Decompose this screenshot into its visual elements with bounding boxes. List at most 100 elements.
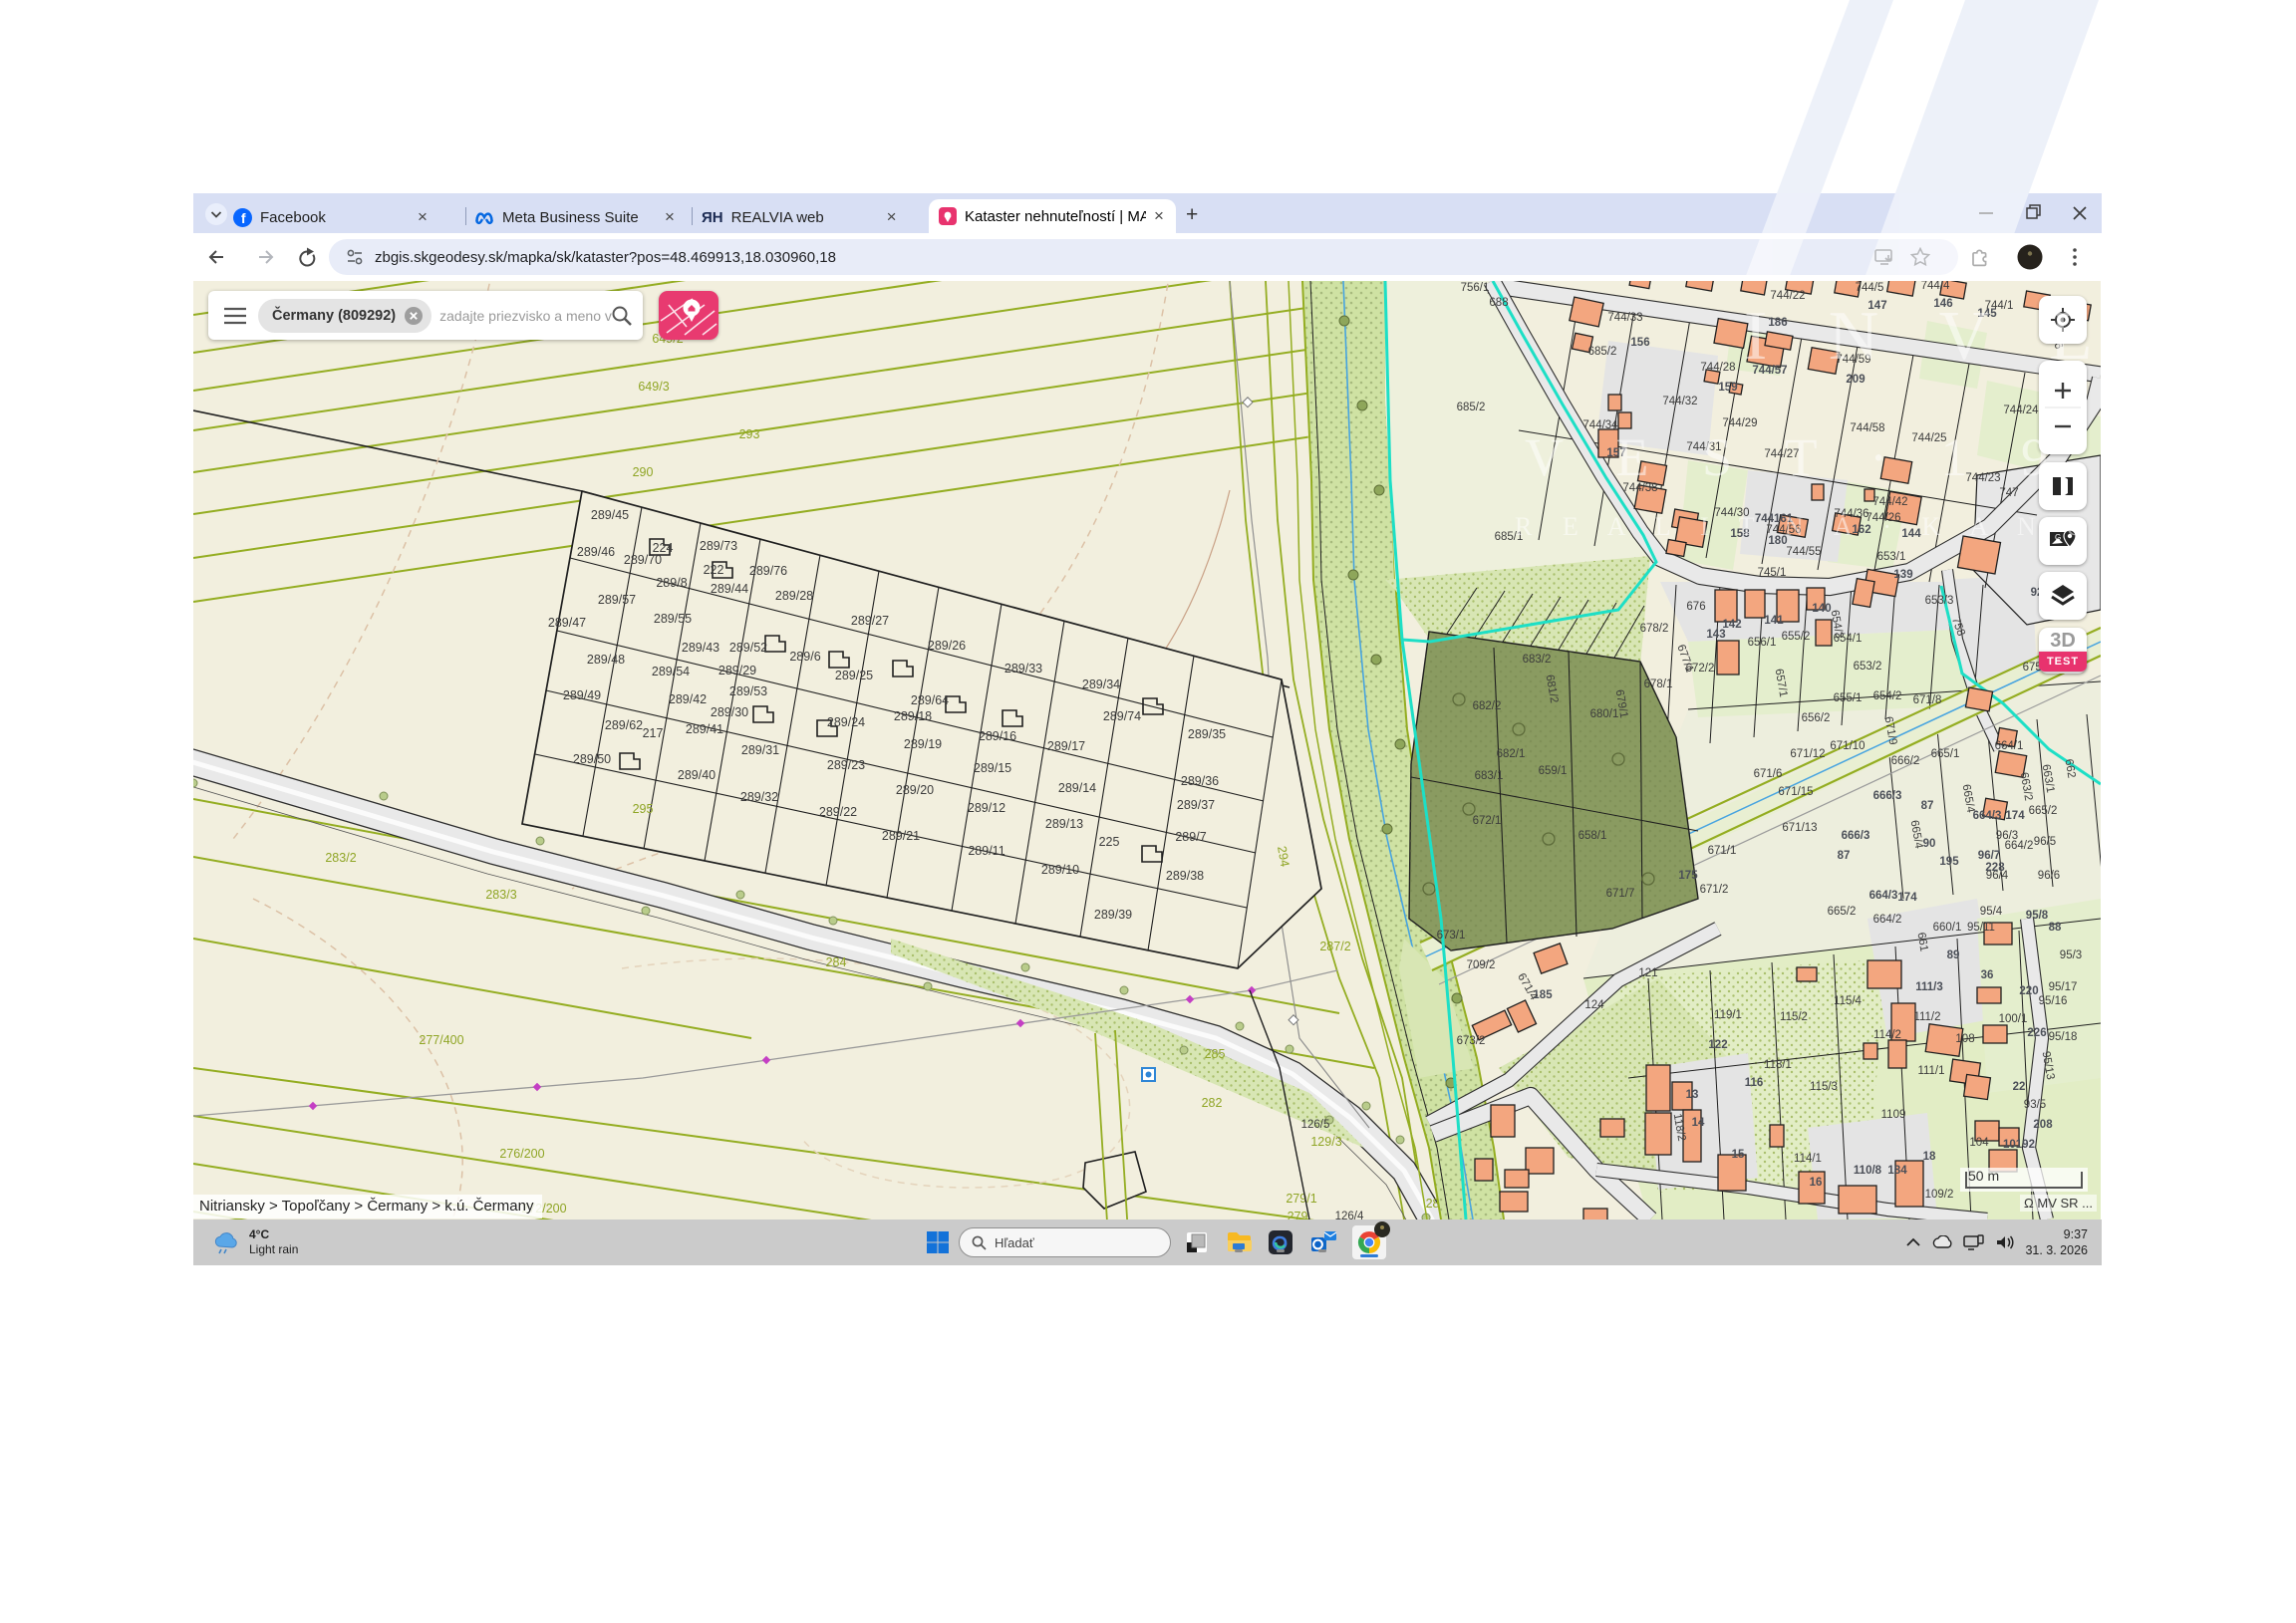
svg-text:282: 282 — [1202, 1096, 1223, 1110]
svg-text:671/7: 671/7 — [1606, 888, 1635, 900]
svg-text:685/2: 685/2 — [1457, 402, 1486, 413]
svg-text:116: 116 — [1745, 1077, 1764, 1089]
svg-text:289/42: 289/42 — [669, 692, 707, 706]
svg-text:276/200: 276/200 — [499, 1147, 544, 1161]
svg-text:121: 121 — [1638, 967, 1657, 979]
svg-text:95/4: 95/4 — [1980, 906, 2003, 918]
svg-text:673/1: 673/1 — [1437, 930, 1466, 942]
svg-text:671/10: 671/10 — [1830, 740, 1865, 752]
svg-text:660/1: 660/1 — [1933, 922, 1962, 934]
svg-text:289/74: 289/74 — [1103, 709, 1141, 723]
svg-text:673/2: 673/2 — [1457, 1035, 1486, 1047]
svg-text:289/12: 289/12 — [968, 801, 1005, 815]
svg-text:671/6: 671/6 — [1754, 768, 1783, 780]
svg-text:222: 222 — [704, 563, 724, 577]
svg-text:289/39: 289/39 — [1094, 908, 1132, 922]
svg-text:289/34: 289/34 — [1082, 677, 1120, 691]
svg-text:656/2: 656/2 — [1802, 712, 1831, 724]
svg-text:284: 284 — [826, 955, 847, 969]
svg-text:676: 676 — [1686, 601, 1705, 613]
svg-text:289/19: 289/19 — [904, 737, 942, 751]
svg-text:747: 747 — [1999, 487, 2018, 499]
svg-text:665/2: 665/2 — [2029, 805, 2058, 817]
svg-text:289/40: 289/40 — [678, 768, 716, 782]
svg-text:289/23: 289/23 — [827, 758, 865, 772]
svg-text:289/70: 289/70 — [624, 553, 662, 567]
svg-text:678/2: 678/2 — [1640, 623, 1669, 635]
svg-text:655/1: 655/1 — [1834, 692, 1863, 704]
svg-text:680/1: 680/1 — [1590, 708, 1619, 720]
svg-text:111/3: 111/3 — [1915, 981, 1943, 993]
svg-text:225: 225 — [1099, 835, 1120, 849]
svg-text:289/31: 289/31 — [741, 743, 779, 757]
svg-text:289/44: 289/44 — [711, 582, 748, 596]
svg-text:289/43: 289/43 — [682, 641, 719, 655]
svg-text:289/13: 289/13 — [1045, 817, 1083, 831]
svg-text:129/3: 129/3 — [1310, 1135, 1341, 1149]
svg-text:289/62: 289/62 — [605, 718, 643, 732]
svg-text:139: 139 — [1893, 569, 1912, 581]
svg-text:220: 220 — [2019, 985, 2038, 997]
svg-text:279/1: 279/1 — [1286, 1192, 1316, 1206]
svg-text:285: 285 — [1205, 1047, 1226, 1061]
svg-text:104: 104 — [1969, 1137, 1989, 1149]
svg-text:87: 87 — [1838, 850, 1851, 862]
svg-text:88: 88 — [2049, 922, 2062, 934]
svg-text:289/24: 289/24 — [827, 715, 865, 729]
svg-text:289/45: 289/45 — [591, 508, 629, 522]
svg-text:293: 293 — [739, 427, 760, 441]
svg-text:709/2: 709/2 — [1467, 959, 1496, 971]
svg-text:289/21: 289/21 — [882, 829, 920, 843]
svg-text:16: 16 — [1810, 1177, 1823, 1189]
svg-text:664/3: 664/3 — [1869, 890, 1898, 902]
svg-text:289/53: 289/53 — [729, 684, 767, 698]
svg-text:289/57: 289/57 — [598, 593, 636, 607]
svg-text:287/2: 287/2 — [1319, 940, 1350, 953]
svg-text:111/1: 111/1 — [1917, 1065, 1944, 1077]
svg-text:289/36: 289/36 — [1181, 774, 1219, 788]
svg-text:96/5: 96/5 — [2034, 836, 2056, 848]
svg-text:289/64: 289/64 — [911, 693, 949, 707]
svg-text:283/3: 283/3 — [485, 888, 516, 902]
svg-text:671/8: 671/8 — [1913, 694, 1942, 706]
svg-text:665/2: 665/2 — [1828, 906, 1857, 918]
svg-text:289/48: 289/48 — [587, 653, 625, 667]
svg-text:95/18: 95/18 — [2049, 1031, 2078, 1043]
svg-text:289/32: 289/32 — [740, 790, 778, 804]
svg-text:89: 89 — [1947, 949, 1960, 961]
svg-text:277/400: 277/400 — [419, 1033, 463, 1047]
svg-text:119/1: 119/1 — [1714, 1009, 1742, 1021]
svg-text:289/14: 289/14 — [1058, 781, 1096, 795]
svg-text:744/33: 744/33 — [1607, 312, 1642, 324]
svg-text:1109: 1109 — [1881, 1109, 1906, 1121]
svg-text:143: 143 — [1706, 629, 1725, 641]
svg-text:108: 108 — [1955, 1033, 1974, 1045]
svg-text:289/10: 289/10 — [1041, 863, 1079, 877]
svg-text:174: 174 — [1897, 892, 1917, 904]
svg-text:109/2: 109/2 — [1925, 1189, 1954, 1201]
svg-text:289/41: 289/41 — [686, 722, 723, 736]
svg-text:289/47: 289/47 — [548, 616, 586, 630]
svg-text:289/30: 289/30 — [711, 705, 748, 719]
svg-text:95/16: 95/16 — [2039, 995, 2068, 1007]
svg-text:15: 15 — [1732, 1149, 1745, 1161]
svg-text:114/1: 114/1 — [1794, 1153, 1822, 1165]
svg-text:289/20: 289/20 — [896, 783, 934, 797]
svg-text:656/1: 656/1 — [1748, 637, 1777, 649]
svg-text:666/3: 666/3 — [1842, 830, 1870, 842]
svg-text:100/1: 100/1 — [1999, 1013, 2028, 1025]
svg-text:14: 14 — [1692, 1117, 1705, 1129]
svg-text:659/1: 659/1 — [1539, 765, 1568, 777]
svg-text:114/2: 114/2 — [1873, 1029, 1901, 1041]
svg-text:289/28: 289/28 — [775, 589, 813, 603]
svg-text:654/2: 654/2 — [1873, 690, 1902, 702]
svg-text:289/73: 289/73 — [700, 539, 737, 553]
svg-text:115/2: 115/2 — [1780, 1011, 1808, 1023]
svg-text:95/8: 95/8 — [2026, 910, 2049, 922]
svg-text:289/49: 289/49 — [563, 688, 601, 702]
svg-text:289/27: 289/27 — [851, 614, 889, 628]
svg-text:289/38: 289/38 — [1166, 869, 1204, 883]
svg-text:159: 159 — [1718, 382, 1737, 394]
svg-text:118/1: 118/1 — [1764, 1059, 1792, 1071]
svg-text:289/50: 289/50 — [573, 752, 611, 766]
